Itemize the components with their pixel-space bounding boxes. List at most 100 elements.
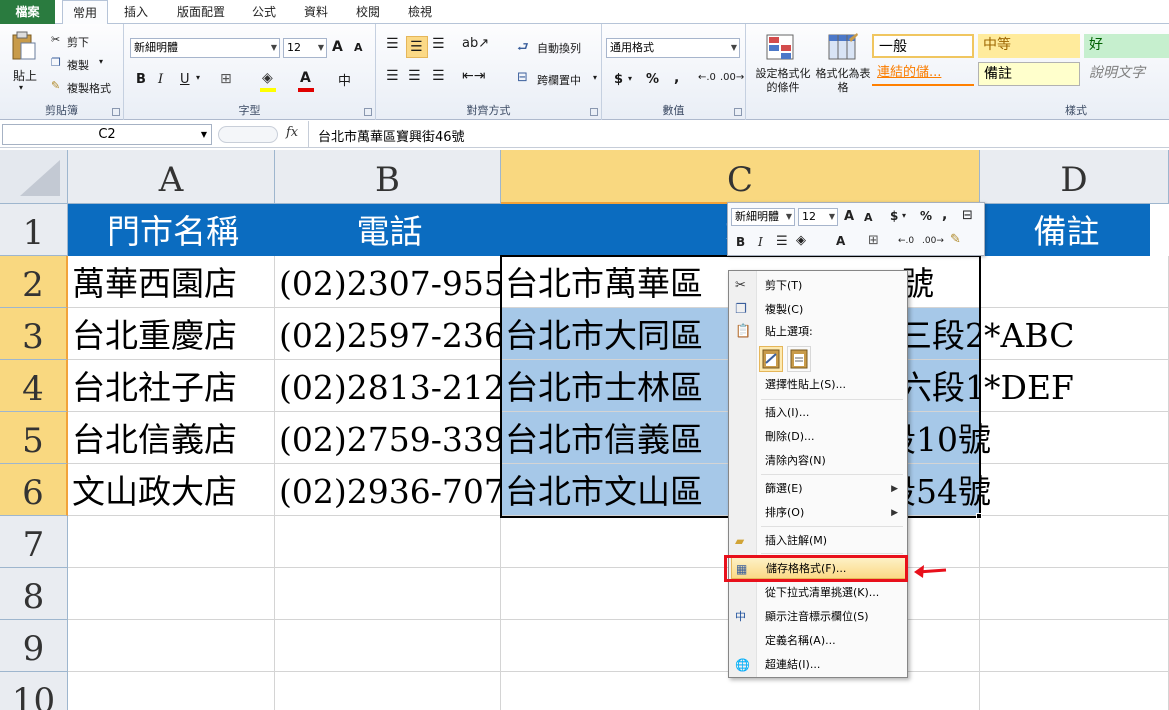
align-center-icon[interactable]: ☰ — [408, 68, 421, 84]
cell-a4[interactable]: 台北社子店 — [68, 360, 275, 412]
cell-d2[interactable] — [980, 256, 1169, 308]
tab-page-layout[interactable]: 版面配置 — [170, 0, 232, 24]
align-middle-button[interactable]: ☰ — [406, 36, 428, 58]
cell-d7[interactable] — [980, 516, 1169, 568]
row-header-5[interactable]: 5 — [0, 412, 68, 464]
tab-file[interactable]: 檔案 — [0, 0, 55, 24]
row-header-10[interactable]: 10 — [0, 672, 68, 710]
cell-b7[interactable] — [275, 516, 501, 568]
percent-button[interactable]: % — [646, 72, 659, 87]
mini-format-icon[interactable]: ⊟ — [962, 208, 973, 223]
tab-data[interactable]: 資料 — [296, 0, 336, 24]
cell-d3[interactable]: *ABC — [980, 308, 1169, 360]
cell-d1[interactable]: 備註 — [980, 204, 1150, 256]
cell-b9[interactable] — [275, 620, 501, 672]
mini-shrink-font-icon[interactable]: A — [864, 211, 873, 224]
cell-a3[interactable]: 台北重慶店 — [68, 308, 275, 360]
mini-italic-icon[interactable]: I — [758, 235, 763, 249]
orientation-icon[interactable]: ab↗ — [462, 36, 489, 51]
cell-d10[interactable] — [980, 672, 1169, 710]
column-header-d[interactable]: D — [980, 150, 1169, 204]
menu-item-copy[interactable]: ❐ 複製(C) — [731, 299, 906, 321]
dialog-launcher-icon[interactable] — [112, 108, 120, 116]
font-size-combo[interactable]: 12 ▼ — [283, 38, 327, 58]
currency-button[interactable]: $ — [614, 72, 623, 87]
style-neutral[interactable]: 中等 — [978, 34, 1080, 58]
paste-values-button[interactable] — [787, 346, 811, 372]
align-bottom-icon[interactable]: ☰ — [432, 36, 445, 52]
mini-increase-decimal-icon[interactable]: ←.0 — [898, 236, 914, 246]
menu-item-pick-from-list[interactable]: 從下拉式清單挑選(K)... — [731, 582, 906, 604]
mini-fill-color-icon[interactable]: ◈ — [796, 233, 806, 248]
increase-decimal-icon[interactable]: ←.0 — [698, 72, 716, 83]
conditional-formatting-button[interactable]: 設定格式化的條件 — [750, 30, 812, 96]
name-box[interactable]: C2 ▼ — [2, 124, 212, 145]
cell-a10[interactable] — [68, 672, 275, 710]
comma-button[interactable]: , — [674, 70, 679, 86]
cell-a8[interactable] — [68, 568, 275, 620]
fill-color-icon[interactable]: ◈ — [262, 70, 273, 86]
font-color-icon[interactable]: A — [300, 70, 311, 86]
border-icon[interactable]: ⊞ — [220, 71, 232, 87]
cell-d9[interactable] — [980, 620, 1169, 672]
menu-item-insert[interactable]: 插入(I)... — [731, 402, 906, 424]
bold-button[interactable]: B — [136, 72, 146, 87]
tab-insert[interactable]: 插入 — [116, 0, 156, 24]
menu-item-clear-contents[interactable]: 清除內容(N) — [731, 450, 906, 472]
style-normal[interactable]: 一般 — [872, 34, 974, 58]
dialog-launcher-icon[interactable] — [364, 108, 372, 116]
menu-item-sort[interactable]: 排序(O) ▶ — [731, 502, 906, 524]
cell-a6[interactable]: 文山政大店 — [68, 464, 275, 516]
formula-splitter[interactable] — [218, 126, 278, 143]
mini-currency-button[interactable]: $ — [890, 209, 898, 223]
mini-border-icon[interactable]: ⊞ — [868, 233, 879, 248]
underline-button[interactable]: U — [180, 72, 190, 87]
align-top-icon[interactable]: ☰ — [386, 36, 399, 52]
tab-review[interactable]: 校閱 — [348, 0, 388, 24]
insert-function-button[interactable]: fx — [286, 125, 298, 140]
wrap-text-button[interactable]: ⮐ 自動換列 — [516, 36, 600, 56]
cell-a5[interactable]: 台北信義店 — [68, 412, 275, 464]
column-header-a[interactable]: A — [68, 150, 275, 204]
row-header-3[interactable]: 3 — [0, 308, 68, 360]
cell-a1[interactable]: 門市名稱 — [68, 204, 275, 256]
cell-a2[interactable]: 萬華西園店 — [68, 256, 275, 308]
copy-button[interactable]: ❐ 複製 ▾ — [48, 53, 118, 73]
menu-item-cut[interactable]: ✂ 剪下(T) — [731, 275, 906, 297]
menu-item-filter[interactable]: 篩選(E) ▶ — [731, 478, 906, 500]
mini-size-combo[interactable]: 12 ▼ — [798, 208, 838, 226]
italic-button[interactable]: I — [158, 72, 163, 87]
column-header-b[interactable]: B — [275, 150, 501, 204]
mini-grow-font-icon[interactable]: A — [844, 209, 854, 224]
row-header-4[interactable]: 4 — [0, 360, 68, 412]
row-header-8[interactable]: 8 — [0, 568, 68, 620]
shrink-font-button[interactable]: A — [354, 41, 363, 54]
cell-b10[interactable] — [275, 672, 501, 710]
tab-formulas[interactable]: 公式 — [244, 0, 284, 24]
style-linked-cell[interactable]: 連結的儲... — [872, 62, 974, 86]
cell-b8[interactable] — [275, 568, 501, 620]
menu-item-insert-comment[interactable]: ▰ 插入註解(M) — [731, 530, 906, 552]
style-explanatory[interactable]: 說明文字 — [1084, 62, 1169, 86]
align-left-icon[interactable]: ☰ — [386, 68, 399, 84]
row-header-7[interactable]: 7 — [0, 516, 68, 568]
select-all-button[interactable] — [0, 150, 68, 204]
fill-handle[interactable] — [976, 513, 982, 519]
cell-a7[interactable] — [68, 516, 275, 568]
menu-item-define-name[interactable]: 定義名稱(A)... — [731, 630, 906, 652]
mini-percent-button[interactable]: % — [920, 209, 932, 223]
row-header-1[interactable]: 1 — [0, 204, 68, 256]
mini-font-color-icon[interactable]: A — [836, 234, 845, 248]
grow-font-button[interactable]: A — [332, 39, 343, 55]
row-header-2[interactable]: 2 — [0, 256, 68, 308]
format-painter-button[interactable]: ✎ 複製格式 — [48, 76, 120, 96]
number-format-combo[interactable]: 通用格式 ▼ — [606, 38, 740, 58]
font-name-combo[interactable]: 新細明體 ▼ — [130, 38, 280, 58]
cell-d6[interactable] — [980, 464, 1169, 516]
cell-b4[interactable]: (02)2813-2128 — [275, 360, 501, 412]
menu-item-paste-special[interactable]: 選擇性貼上(S)... — [731, 374, 906, 396]
mini-decrease-decimal-icon[interactable]: .00→ — [922, 236, 944, 246]
align-right-icon[interactable]: ☰ — [432, 68, 445, 84]
indent-icon[interactable]: ⇤⇥ — [462, 68, 485, 84]
cell-b3[interactable]: (02)2597-2368 — [275, 308, 501, 360]
